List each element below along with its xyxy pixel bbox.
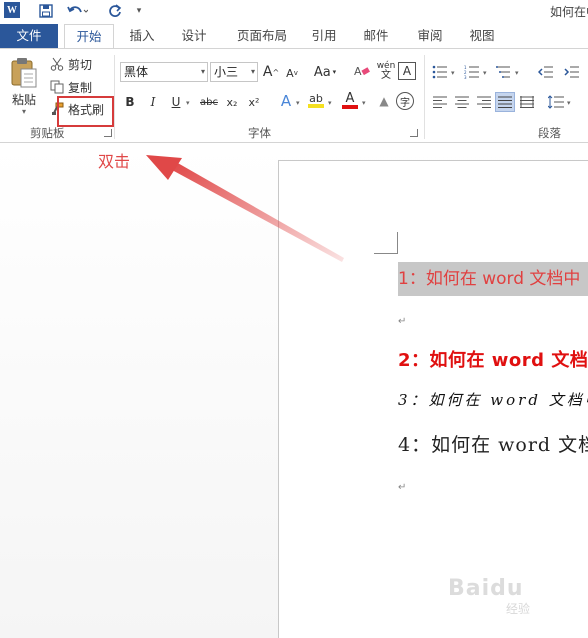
baidu-watermark: Baidu [448,576,524,601]
baidu-watermark-sub: 经验 [506,602,531,616]
word-window: W ▾ 如何在中 文件 开始 插入 设计 页面布局 引用 邮件 审阅 视图 [0,0,588,638]
annotation-arrow-icon [146,155,344,262]
